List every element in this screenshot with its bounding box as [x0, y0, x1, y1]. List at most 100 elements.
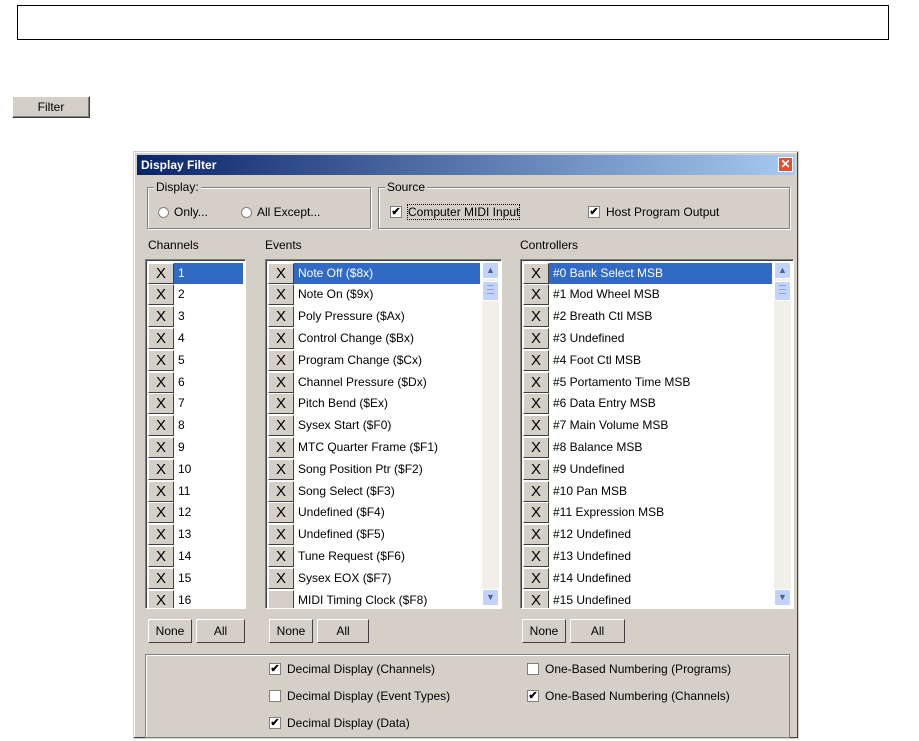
channels-toggle-x[interactable]: X [148, 349, 174, 371]
channels-toggle-x[interactable]: X [148, 393, 174, 415]
channels-row[interactable]: X8 [148, 415, 243, 437]
events-scroll-thumb[interactable] [482, 281, 499, 301]
events-scroll-up-icon[interactable]: ▲ [482, 262, 499, 279]
controllers-row[interactable]: X #15 Undefined [523, 589, 772, 608]
channels-toggle-x[interactable]: X [148, 371, 174, 393]
events-row[interactable]: X Sysex EOX ($F7) [268, 567, 480, 589]
controllers-toggle-x[interactable]: X [523, 415, 549, 437]
events-row[interactable]: MIDI Timing Clock ($F8) [268, 589, 480, 608]
controllers-toggle-x[interactable]: X [523, 306, 549, 328]
channels-row[interactable]: X4 [148, 327, 243, 349]
channels-row[interactable]: X 15 [148, 567, 243, 589]
events-all-button[interactable]: All [317, 619, 369, 643]
channels-row[interactable]: X 10 [148, 458, 243, 480]
controllers-toggle-x[interactable]: X [523, 545, 549, 567]
events-row[interactable]: X Tune Request ($F6) [268, 545, 480, 567]
controllers-row[interactable]: X #14 Undefined [523, 567, 772, 589]
radio-only[interactable]: Only... [158, 205, 208, 219]
channels-list[interactable]: X 1 X 2 X 3 X 4 X 5 X 6 X 7 X 8 X 9 X 10 X 11 X 12 X 13 X 14 X 15 X 16 [145, 259, 246, 609]
events-toggle-x[interactable]: X [268, 545, 294, 567]
controllers-row[interactable]: X #8 Balance MSB [523, 436, 772, 458]
controllers-row[interactable]: X #6 Data Entry MSB [523, 393, 772, 415]
events-row[interactable]: X MTC Quarter Frame ($F1) [268, 436, 480, 458]
channels-toggle-x[interactable]: X [148, 415, 174, 437]
events-row[interactable]: X Undefined ($F4) [268, 502, 480, 524]
controllers-none-button[interactable]: None [522, 619, 566, 643]
events-scrollbar[interactable]: ▲ ▼ [482, 262, 499, 606]
events-toggle-x[interactable]: X [268, 327, 294, 349]
events-row[interactable]: X Channel Pressure ($Dx) [268, 371, 480, 393]
channels-row[interactable]: X7 [148, 393, 243, 415]
events-toggle-x[interactable]: X [268, 306, 294, 328]
channels-row[interactable]: X 11 [148, 480, 243, 502]
decimal-channels-checkbox[interactable]: ✔ Decimal Display (Channels) [269, 662, 435, 676]
channels-none-button[interactable]: None [148, 619, 192, 643]
channels-toggle-x[interactable]: X [148, 567, 174, 589]
events-toggle-x[interactable]: X [268, 480, 294, 502]
events-toggle-x[interactable]: X [268, 502, 294, 524]
controllers-toggle-x[interactable]: X [523, 589, 549, 608]
controllers-row[interactable]: X #4 Foot Ctl MSB [523, 349, 772, 371]
channels-toggle-x[interactable]: X [148, 524, 174, 546]
controllers-toggle-x[interactable]: X [523, 327, 549, 349]
events-list[interactable]: X Note Off ($8x) X Note On ($9x) X Poly Press… [265, 259, 502, 609]
channels-row[interactable]: X1 [148, 262, 243, 284]
channels-toggle-x[interactable]: X [148, 458, 174, 480]
computer-midi-input-box[interactable]: ✔ [390, 206, 402, 218]
one-based-programs-checkbox[interactable]: One-Based Numbering (Programs) [527, 662, 731, 676]
controllers-row[interactable]: X #7 Main Volume MSB [523, 415, 772, 437]
events-toggle-x[interactable]: X [268, 524, 294, 546]
controllers-toggle-x[interactable]: X [523, 284, 549, 306]
controllers-row[interactable]: X #3 Undefined [523, 327, 772, 349]
events-toggle-x[interactable]: X [268, 458, 294, 480]
controllers-row[interactable]: X #12 Undefined [523, 524, 772, 546]
host-program-output-checkbox[interactable]: ✔ Host Program Output [588, 205, 719, 219]
controllers-row[interactable]: X #1 Mod Wheel MSB [523, 284, 772, 306]
controllers-all-button[interactable]: All [570, 619, 625, 643]
events-row[interactable]: X Note Off ($8x) [268, 262, 480, 284]
channels-row[interactable]: X 13 [148, 524, 243, 546]
channels-toggle-x[interactable]: X [148, 545, 174, 567]
one-based-programs-box[interactable] [527, 663, 539, 675]
events-row[interactable]: X Control Change ($Bx) [268, 327, 480, 349]
controllers-toggle-x[interactable]: X [523, 436, 549, 458]
computer-midi-input-checkbox[interactable]: ✔ Computer MIDI Input [390, 204, 521, 220]
events-row[interactable]: X Pitch Bend ($Ex) [268, 393, 480, 415]
events-row[interactable]: X Song Select ($F3) [268, 480, 480, 502]
one-based-channels-box[interactable]: ✔ [527, 690, 539, 702]
controllers-toggle-x[interactable]: X [523, 262, 549, 284]
controllers-row[interactable]: X #11 Expression MSB [523, 502, 772, 524]
events-row[interactable]: X Undefined ($F5) [268, 524, 480, 546]
events-none-button[interactable]: None [269, 619, 313, 643]
events-toggle-x[interactable]: X [268, 349, 294, 371]
controllers-scroll-thumb[interactable] [774, 281, 791, 301]
channels-row[interactable]: X 14 [148, 545, 243, 567]
channels-toggle-x[interactable]: X [148, 284, 174, 306]
events-toggle-x[interactable]: X [268, 393, 294, 415]
channels-toggle-x[interactable]: X [148, 327, 174, 349]
controllers-toggle-x[interactable]: X [523, 349, 549, 371]
decimal-event-types-checkbox[interactable]: Decimal Display (Event Types) [269, 689, 450, 703]
channels-row[interactable]: X6 [148, 371, 243, 393]
controllers-toggle-x[interactable]: X [523, 524, 549, 546]
controllers-scrollbar[interactable]: ▲ ▼ [774, 262, 791, 606]
decimal-channels-box[interactable]: ✔ [269, 663, 281, 675]
decimal-event-types-box[interactable] [269, 690, 281, 702]
controllers-list[interactable]: X #0 Bank Select MSB X #1 Mod Wheel MSB X #2 … [520, 259, 794, 609]
controllers-toggle-x[interactable]: X [523, 458, 549, 480]
controllers-toggle-x[interactable]: X [523, 371, 549, 393]
channels-toggle-x[interactable]: X [148, 502, 174, 524]
events-toggle-x[interactable]: X [268, 262, 294, 284]
channels-all-button[interactable]: All [196, 619, 245, 643]
filter-button[interactable]: Filter [12, 96, 90, 118]
controllers-row[interactable]: X #13 Undefined [523, 545, 772, 567]
controllers-row[interactable]: X #10 Pan MSB [523, 480, 772, 502]
radio-all-except-circle[interactable] [241, 206, 252, 218]
controllers-scroll-down-icon[interactable]: ▼ [774, 589, 791, 606]
controllers-row[interactable]: X #9 Undefined [523, 458, 772, 480]
channels-toggle-x[interactable]: X [148, 306, 174, 328]
channels-toggle-x[interactable]: X [148, 589, 174, 608]
channels-row[interactable]: X5 [148, 349, 243, 371]
events-row[interactable]: X Program Change ($Cx) [268, 349, 480, 371]
channels-row[interactable]: X2 [148, 284, 243, 306]
